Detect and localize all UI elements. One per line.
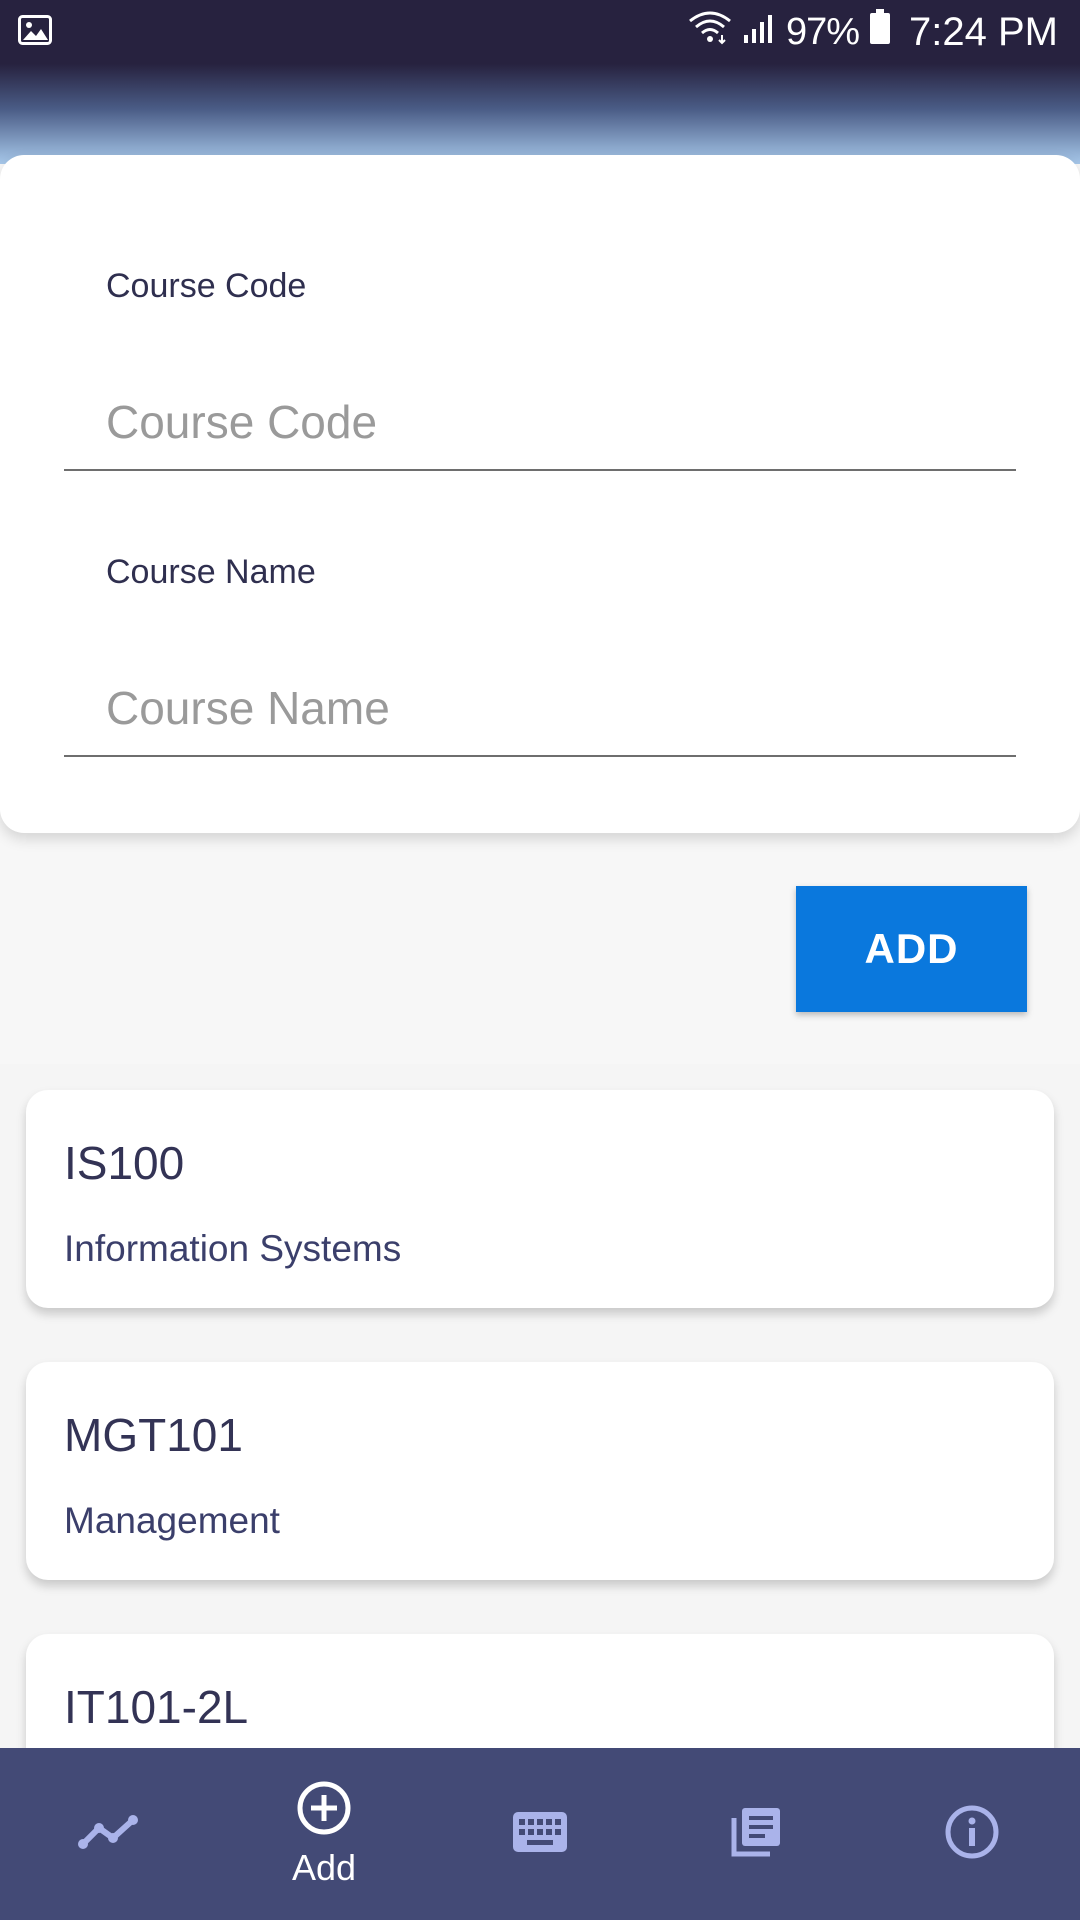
status-bar: 97% 7:24 PM bbox=[0, 0, 1080, 64]
course-list: IS100 Information Systems MGT101 Managem… bbox=[0, 1064, 1080, 1748]
nav-item-add[interactable]: Add bbox=[216, 1748, 432, 1920]
add-course-form: Course Code Course Name bbox=[0, 155, 1080, 833]
nav-item-chart[interactable] bbox=[0, 1748, 216, 1920]
course-name: Management bbox=[64, 1500, 280, 1541]
signal-icon bbox=[742, 10, 776, 55]
library-books-icon bbox=[728, 1804, 784, 1865]
course-card[interactable]: IT101-2L bbox=[26, 1634, 1054, 1748]
image-notification-icon bbox=[18, 14, 52, 50]
course-name-input[interactable] bbox=[64, 661, 1016, 757]
nav-item-keyboard[interactable] bbox=[432, 1748, 648, 1920]
add-button[interactable]: ADD bbox=[796, 886, 1027, 1012]
keyboard-icon bbox=[512, 1811, 568, 1858]
header-banner bbox=[0, 64, 1080, 164]
nav-label-add: Add bbox=[291, 1846, 357, 1888]
course-code: IT101-2L bbox=[64, 1681, 249, 1733]
chart-line-icon bbox=[77, 1812, 139, 1857]
bottom-navigation: Add bbox=[0, 1748, 1080, 1920]
course-code-label: Course Code bbox=[106, 267, 307, 305]
course-card[interactable]: IS100 Information Systems bbox=[26, 1090, 1054, 1308]
info-icon bbox=[944, 1804, 1000, 1865]
course-code: MGT101 bbox=[64, 1409, 243, 1461]
clock: 7:24 PM bbox=[909, 9, 1058, 54]
course-code: IS100 bbox=[64, 1137, 185, 1189]
course-card[interactable]: MGT101 Management bbox=[26, 1362, 1054, 1580]
course-name: Information Systems bbox=[64, 1228, 402, 1269]
course-name-label: Course Name bbox=[106, 553, 316, 591]
nav-item-info[interactable] bbox=[864, 1748, 1080, 1920]
battery-icon bbox=[869, 9, 891, 55]
battery-percent: 97% bbox=[785, 10, 860, 53]
add-circle-icon bbox=[296, 1780, 352, 1841]
course-code-input[interactable] bbox=[64, 375, 1016, 471]
nav-item-library[interactable] bbox=[648, 1748, 864, 1920]
wifi-icon bbox=[688, 9, 732, 55]
